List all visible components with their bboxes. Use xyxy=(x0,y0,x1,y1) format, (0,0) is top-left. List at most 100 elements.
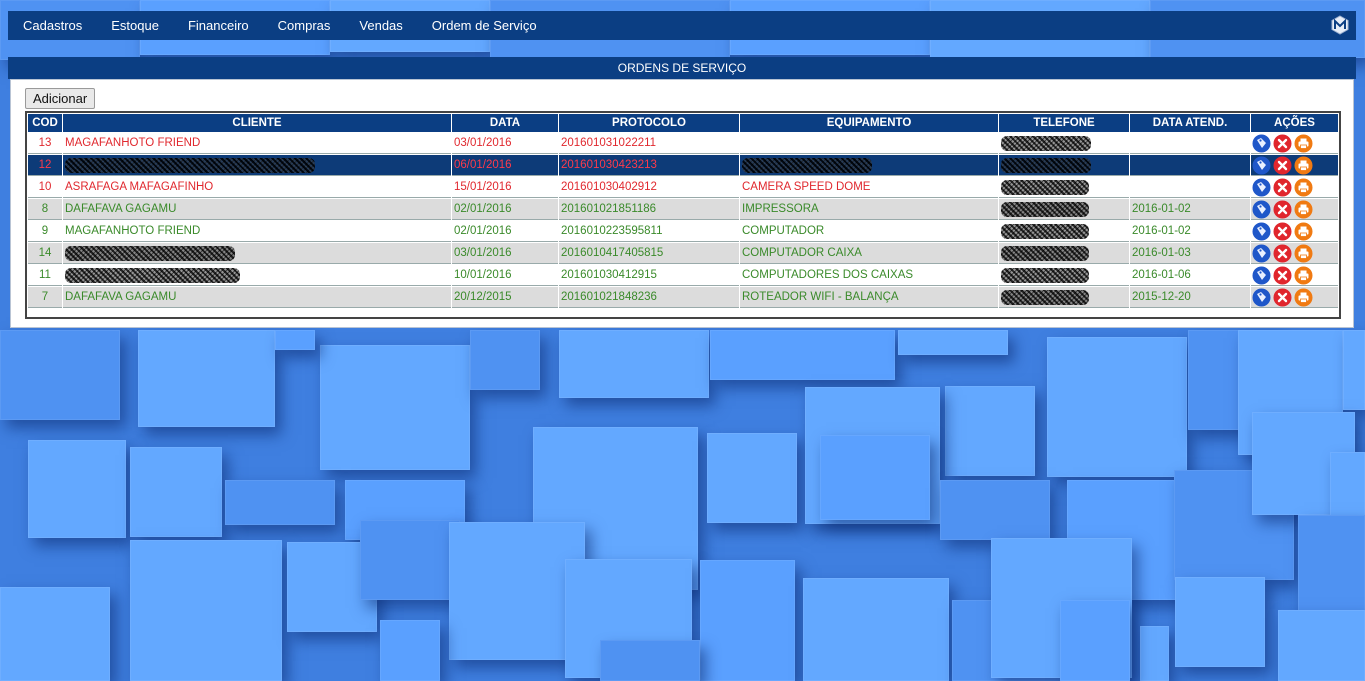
cell-equipamento: IMPRESSORA xyxy=(740,199,998,220)
nav-item-estoque[interactable]: Estoque xyxy=(111,18,159,33)
cell-cod: 8 xyxy=(28,199,62,220)
nav-item-compras[interactable]: Compras xyxy=(278,18,331,33)
cell-equipamento: ROTEADOR WIFI - BALANÇA xyxy=(740,287,998,308)
cell-data-atend: 2016-01-06 xyxy=(1130,265,1250,286)
delete-icon[interactable] xyxy=(1273,244,1292,263)
tag-icon[interactable] xyxy=(1252,178,1271,197)
cell-data-atend: 2016-01-02 xyxy=(1130,221,1250,242)
cell-protocolo-text: 201601030412915 xyxy=(561,269,657,281)
cell-acoes xyxy=(1251,133,1338,154)
background-square xyxy=(600,640,700,681)
cell-acoes xyxy=(1251,177,1338,198)
tag-icon[interactable] xyxy=(1252,288,1271,307)
print-icon[interactable] xyxy=(1294,244,1313,263)
redacted-text xyxy=(1001,179,1089,195)
cell-data-atend xyxy=(1130,177,1250,198)
print-icon[interactable] xyxy=(1294,222,1313,241)
cell-data: 02/01/2016 xyxy=(452,221,558,242)
tag-icon[interactable] xyxy=(1252,266,1271,285)
cell-cliente-text: MAGAFANHOTO FRIEND xyxy=(65,137,201,149)
tag-icon[interactable] xyxy=(1252,156,1271,175)
background-square xyxy=(700,560,795,681)
cell-cliente xyxy=(63,265,451,286)
cell-acoes xyxy=(1251,243,1338,264)
orders-table: COD CLIENTE DATA PROTOCOLO EQUIPAMENTO T… xyxy=(27,113,1339,309)
cell-data: 03/01/2016 xyxy=(452,133,558,154)
background-square xyxy=(1060,600,1130,681)
cell-cliente-text: DAFAFAVA GAGAMU xyxy=(65,203,177,215)
nav-item-financeiro[interactable]: Financeiro xyxy=(188,18,249,33)
redacted-text xyxy=(1001,245,1089,261)
cell-data-text: 20/12/2015 xyxy=(454,291,512,303)
tag-icon[interactable] xyxy=(1252,200,1271,219)
header-cliente: CLIENTE xyxy=(63,114,451,132)
table-body: 13 MAGAFANHOTO FRIEND 03/01/2016 2016010310… xyxy=(28,133,1338,308)
tag-icon[interactable] xyxy=(1252,244,1271,263)
delete-icon[interactable] xyxy=(1273,200,1292,219)
cell-data: 10/01/2016 xyxy=(452,265,558,286)
table-row[interactable]: 7 DAFAFAVA GAGAMU 20/12/2015 20160102184823… xyxy=(28,287,1338,308)
panel-body: Adicionar COD CLIENTE DATA PROTOCOLO EQU… xyxy=(10,79,1354,328)
delete-icon[interactable] xyxy=(1273,156,1292,175)
cell-equipamento-text: COMPUTADOR CAIXA xyxy=(742,247,862,259)
background-square xyxy=(1343,330,1365,410)
table-row[interactable]: 12 06/01/2016 201601030423213 xyxy=(28,155,1338,176)
tag-icon[interactable] xyxy=(1252,134,1271,153)
table-row[interactable]: 8 DAFAFAVA GAGAMU 02/01/2016 20160102185118… xyxy=(28,199,1338,220)
nav-item-cadastros[interactable]: Cadastros xyxy=(23,18,82,33)
cell-data-atend-text: 2016-01-02 xyxy=(1132,225,1191,237)
delete-icon[interactable] xyxy=(1273,222,1292,241)
cell-cod: 11 xyxy=(28,265,62,286)
cell-cod-text: 9 xyxy=(41,225,49,237)
cell-cliente-text: MAGAFANHOTO FRIEND xyxy=(65,225,201,237)
background-square xyxy=(470,330,540,390)
background-square xyxy=(320,345,470,470)
background-square xyxy=(707,433,797,523)
delete-icon[interactable] xyxy=(1273,134,1292,153)
cell-data: 03/01/2016 xyxy=(452,243,558,264)
cell-protocolo-text: 201601030423213 xyxy=(561,159,657,171)
header-data: DATA xyxy=(452,114,558,132)
cell-protocolo: 2016010417405815 xyxy=(559,243,739,264)
cell-cliente: DAFAFAVA GAGAMU xyxy=(63,287,451,308)
cell-cliente xyxy=(63,155,451,176)
cell-cliente: MAGAFANHOTO FRIEND xyxy=(63,221,451,242)
delete-icon[interactable] xyxy=(1273,178,1292,197)
background-square xyxy=(803,578,949,681)
print-icon[interactable] xyxy=(1294,288,1313,307)
cell-data: 02/01/2016 xyxy=(452,199,558,220)
print-icon[interactable] xyxy=(1294,134,1313,153)
orders-table-wrap: COD CLIENTE DATA PROTOCOLO EQUIPAMENTO T… xyxy=(25,111,1341,319)
cell-acoes xyxy=(1251,199,1338,220)
cell-equipamento xyxy=(740,155,998,176)
cell-cliente-text: DAFAFAVA GAGAMU xyxy=(65,291,177,303)
cell-protocolo: 201601030402912 xyxy=(559,177,739,198)
cell-cod: 13 xyxy=(28,133,62,154)
print-icon[interactable] xyxy=(1294,200,1313,219)
nav-item-vendas[interactable]: Vendas xyxy=(359,18,402,33)
cell-telefone xyxy=(999,243,1129,264)
cell-cod-text: 10 xyxy=(38,181,52,193)
nav-item-ordem-de-servico[interactable]: Ordem de Serviço xyxy=(432,18,537,33)
cell-cod: 7 xyxy=(28,287,62,308)
table-row[interactable]: 9 MAGAFANHOTO FRIEND 02/01/2016 20160102235… xyxy=(28,221,1338,242)
header-telefone: TELEFONE xyxy=(999,114,1129,132)
print-icon[interactable] xyxy=(1294,156,1313,175)
print-icon[interactable] xyxy=(1294,178,1313,197)
cell-data-atend: 2016-01-03 xyxy=(1130,243,1250,264)
cell-protocolo: 201601021848236 xyxy=(559,287,739,308)
table-row[interactable]: 14 03/01/2016 2016010417405815 COMPUTADOR C… xyxy=(28,243,1338,264)
cell-cliente: MAGAFANHOTO FRIEND xyxy=(63,133,451,154)
delete-icon[interactable] xyxy=(1273,288,1292,307)
cell-protocolo-text: 201601030402912 xyxy=(561,181,657,193)
cell-cod-text: 11 xyxy=(39,269,51,281)
print-icon[interactable] xyxy=(1294,266,1313,285)
delete-icon[interactable] xyxy=(1273,266,1292,285)
table-row[interactable]: 13 MAGAFANHOTO FRIEND 03/01/2016 2016010310… xyxy=(28,133,1338,154)
add-button[interactable]: Adicionar xyxy=(25,88,96,109)
background-square xyxy=(1047,337,1187,477)
cell-acoes xyxy=(1251,287,1338,308)
table-row[interactable]: 10 ASRAFAGA MAFAGAFINHO 15/01/2016 20160103… xyxy=(28,177,1338,198)
tag-icon[interactable] xyxy=(1252,222,1271,241)
table-row[interactable]: 11 10/01/2016 201601030412915 COMPUTADORES … xyxy=(28,265,1338,286)
